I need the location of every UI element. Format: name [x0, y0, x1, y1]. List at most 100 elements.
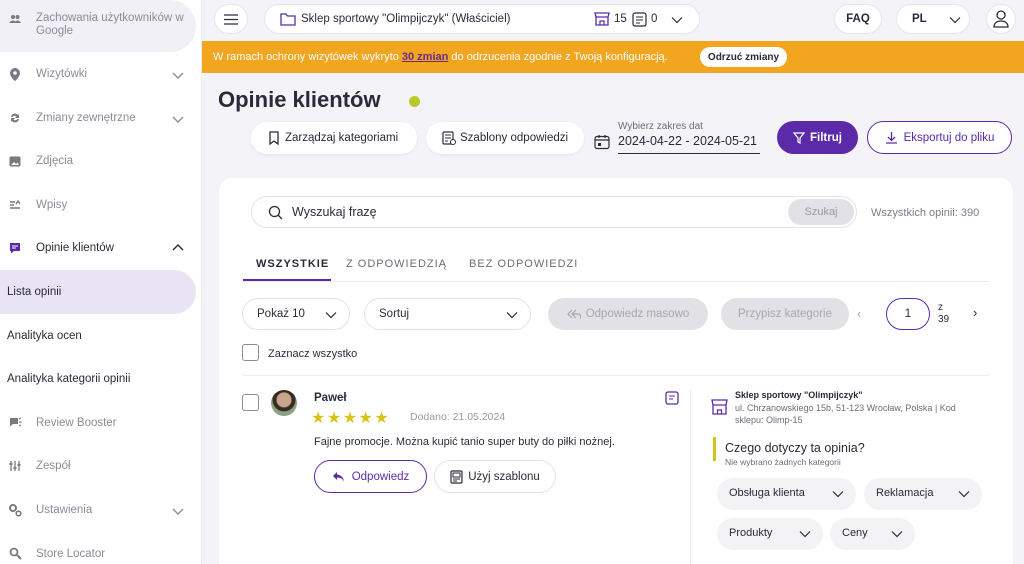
page-size-label: Pokaż 10	[257, 308, 305, 320]
sidebar: Zachowania użytkowników w Google Wizytów…	[0, 0, 202, 564]
previous-page-icon[interactable]: ‹	[857, 306, 867, 321]
team-icon	[8, 459, 22, 473]
sidebar-item-store-locator[interactable]: Store Locator	[0, 542, 196, 564]
sidebar-item-listings[interactable]: Wizytówki	[0, 62, 196, 86]
tab-without-reply[interactable]: BEZ ODPOWIEDZI	[469, 258, 578, 270]
category-complaint[interactable]: Reklamacja	[864, 478, 982, 510]
page-number-input[interactable]: 1	[886, 298, 930, 330]
download-icon	[885, 132, 897, 144]
review-checkbox[interactable]	[242, 394, 259, 411]
chevron-down-icon	[891, 531, 903, 538]
reply-icon	[332, 472, 344, 482]
chevron-down-icon	[949, 17, 961, 24]
avatar	[271, 390, 297, 416]
sidebar-item-category-analytics[interactable]: Analityka kategorii opinii	[0, 367, 196, 391]
page-size-select[interactable]: Pokaż 10	[242, 298, 350, 330]
calendar-icon	[594, 135, 610, 150]
bookmark-icon	[269, 131, 279, 145]
users-icon	[8, 12, 22, 26]
reply-templates-label: Szablony odpowiedzi	[460, 132, 569, 144]
manage-categories-button[interactable]: Zarządzaj kategoriami	[251, 122, 417, 154]
select-all-label: Zaznacz wszystko	[268, 348, 358, 360]
date-range-label: Wybierz zakres dat	[618, 121, 703, 132]
sync-icon	[8, 111, 22, 125]
sidebar-item-label: Ustawienia	[36, 504, 93, 516]
tab-all[interactable]: WSZYSTKIE	[256, 258, 329, 270]
tab-with-reply[interactable]: Z ODPOWIEDZIĄ	[346, 258, 447, 270]
use-template-button[interactable]: Użyj szablonu	[434, 460, 556, 493]
sidebar-item-label: Opinie klientów	[36, 242, 114, 254]
filter-button[interactable]: Filtruj	[777, 121, 858, 154]
sort-select[interactable]: Sortuj	[364, 298, 531, 330]
user-menu-button[interactable]	[986, 4, 1016, 34]
menu-button[interactable]	[214, 4, 248, 34]
next-page-icon[interactable]: ›	[973, 305, 977, 320]
reply-button[interactable]: Odpowiedz	[314, 460, 427, 493]
sidebar-item-review-list[interactable]: Lista opinii	[0, 270, 196, 314]
language-label: PL	[912, 13, 927, 25]
booster-icon	[8, 416, 22, 430]
review-date: Dodano: 21.05.2024	[410, 411, 506, 423]
category-customer-service[interactable]: Obsługa klienta	[717, 478, 856, 510]
sidebar-item-label: Zmiany zewnętrzne	[36, 112, 136, 124]
faq-button[interactable]: FAQ	[834, 4, 882, 34]
banner-text-before: W ramach ochrony wizytówek wykryto	[213, 51, 402, 63]
sidebar-item-label: Zachowania użytkowników w Google	[36, 12, 184, 37]
filter-icon	[793, 131, 806, 144]
business-name: Sklep sportowy "Olimpijczyk" (Właściciel…	[301, 13, 511, 25]
banner-text: W ramach ochrony wizytówek wykryto 30 zm…	[213, 51, 668, 63]
search-input[interactable]: Wyszukaj frazę Szukaj	[251, 196, 857, 228]
posts-icon	[8, 198, 22, 212]
language-select[interactable]: PL	[896, 4, 970, 34]
category-prices[interactable]: Ceny	[830, 518, 915, 550]
select-all-checkbox[interactable]	[242, 344, 259, 361]
manage-categories-label: Zarządzaj kategoriami	[285, 132, 399, 144]
export-label: Eksportuj do pliku	[903, 131, 995, 144]
sort-label: Sortuj	[379, 308, 410, 320]
reply-label: Odpowiedz	[351, 470, 410, 483]
category-question: Czego dotyczy ta opinia?	[725, 441, 865, 455]
rating-stars: ★★★★★	[311, 410, 391, 427]
note-icon[interactable]	[665, 391, 679, 405]
settings-icon	[8, 503, 22, 517]
review-author: Paweł	[314, 392, 347, 404]
sidebar-item-reviews[interactable]: Opinie klientów	[0, 236, 196, 260]
total-reviews: Wszystkich opinii: 390	[871, 207, 980, 219]
export-button[interactable]: Eksportuj do pliku	[867, 121, 1012, 154]
sidebar-item-settings[interactable]: Ustawienia	[0, 498, 196, 522]
search-button[interactable]: Szukaj	[788, 199, 854, 225]
info-icon[interactable]	[409, 96, 420, 107]
sidebar-item-posts[interactable]: Wpisy	[0, 193, 196, 217]
store-icon	[594, 12, 610, 26]
sidebar-item-label: Analityka kategorii opinii	[7, 373, 131, 385]
assign-category-button[interactable]: Przypisz kategorie	[721, 298, 849, 330]
reply-templates-button[interactable]: Szablony odpowiedzi	[426, 122, 584, 154]
sidebar-item-photos[interactable]: Zdjęcia	[0, 149, 196, 173]
chevron-down-icon	[172, 508, 184, 515]
user-icon	[993, 10, 1009, 28]
business-selector[interactable]: Sklep sportowy "Olimpijczyk" (Właściciel…	[264, 4, 700, 34]
sidebar-item-label: Zespół	[36, 460, 71, 472]
sidebar-item-user-behavior[interactable]: Zachowania użytkowników w Google	[0, 0, 196, 52]
locations-count: 15	[614, 13, 627, 25]
sidebar-item-rating-analytics[interactable]: Analityka ocen	[0, 324, 196, 348]
reject-changes-button[interactable]: Odrzuć zmiany	[700, 47, 787, 67]
category-products[interactable]: Produkty	[717, 518, 823, 550]
sidebar-item-label: Analityka ocen	[7, 330, 82, 342]
image-icon	[8, 154, 22, 168]
bulk-reply-button[interactable]: Odpowiedz masowo	[548, 298, 708, 330]
sidebar-item-team[interactable]: Zespół	[0, 454, 196, 478]
row-divider	[243, 375, 989, 376]
sidebar-item-external-changes[interactable]: Zmiany zewnętrzne	[0, 106, 196, 130]
review-icon	[8, 241, 22, 255]
page-count: z 39	[938, 302, 949, 326]
date-range-input[interactable]: 2024-04-22 - 2024-05-21	[618, 134, 760, 154]
total-pages: 39	[938, 314, 950, 325]
category-label: Produkty	[729, 527, 773, 539]
store-locator-icon	[8, 546, 22, 560]
chevron-down-icon	[172, 72, 184, 79]
chevron-down-icon	[172, 116, 184, 123]
banner-changes-link[interactable]: 30 zmian	[402, 51, 448, 63]
template-icon	[450, 469, 463, 484]
sidebar-item-review-booster[interactable]: Review Booster	[0, 411, 196, 435]
